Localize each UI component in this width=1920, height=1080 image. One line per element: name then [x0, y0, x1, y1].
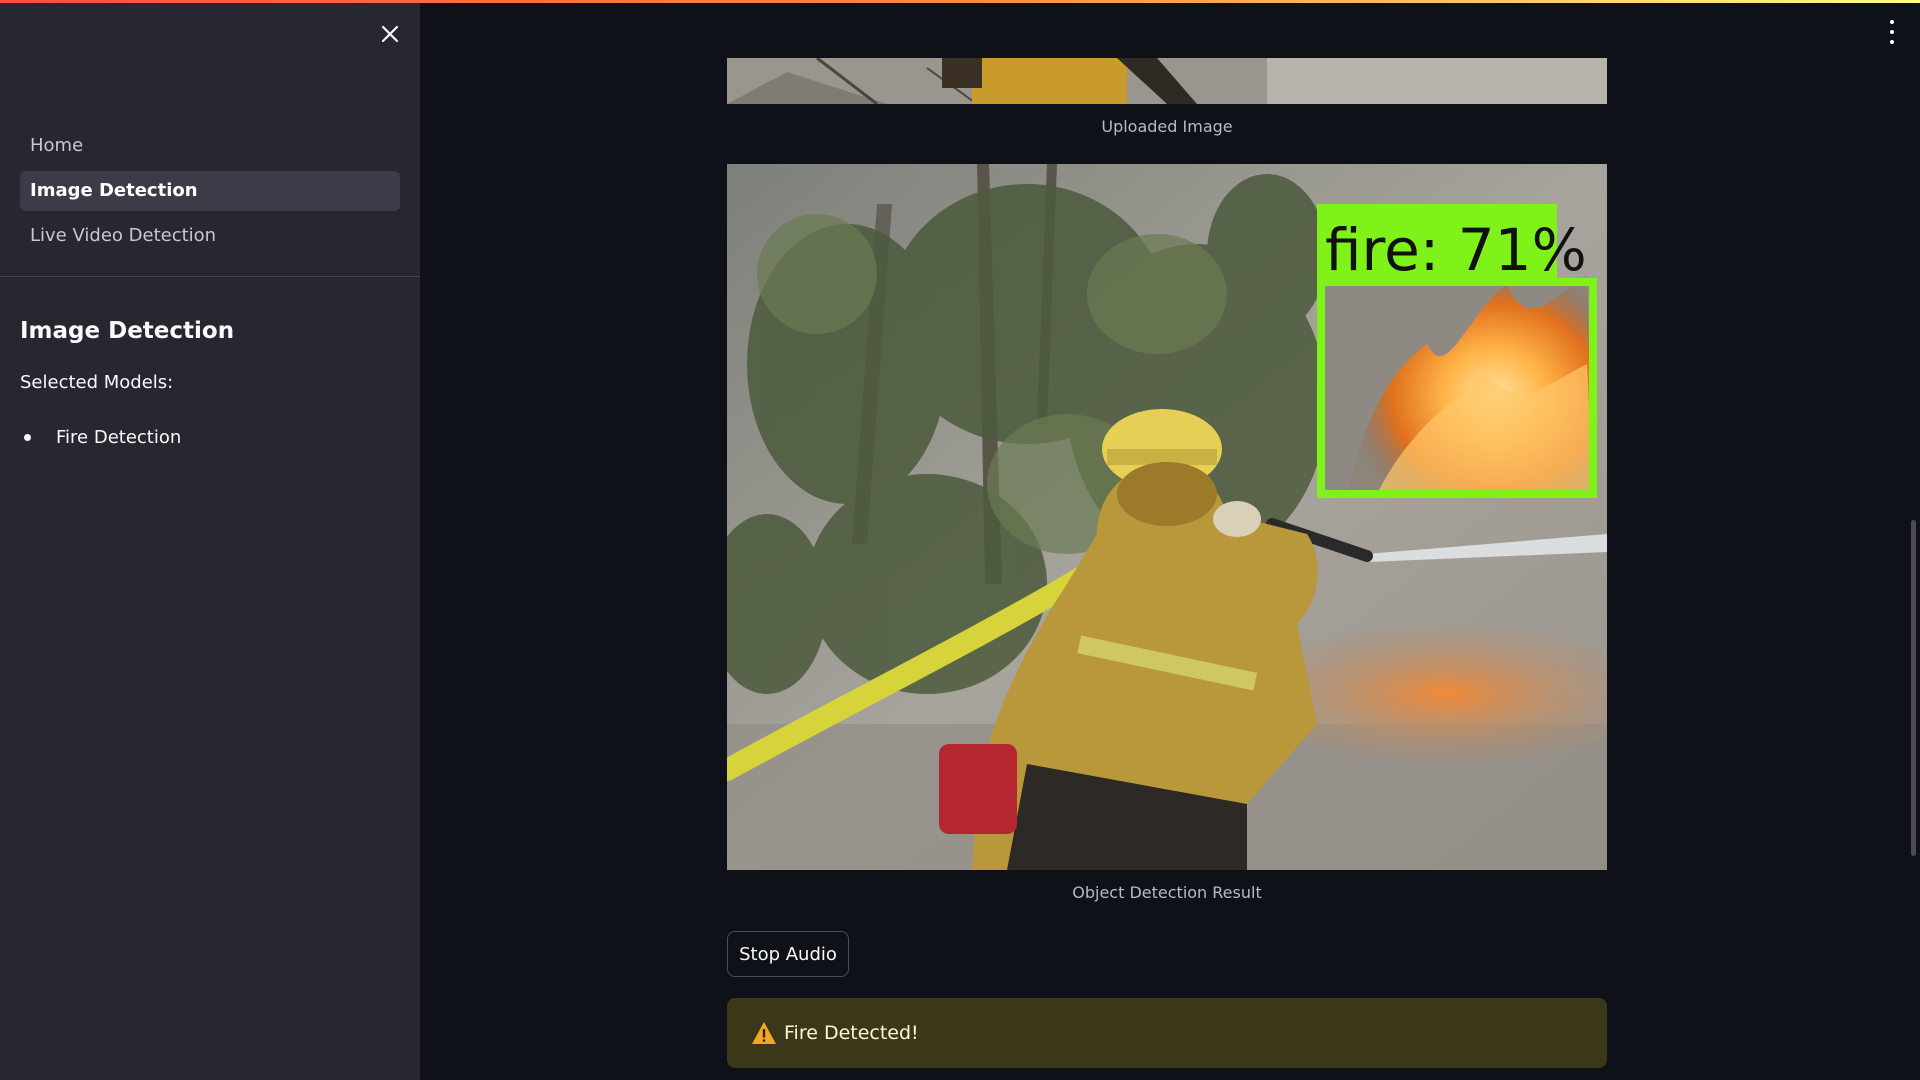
scrollbar-thumb[interactable]: [1911, 520, 1916, 856]
close-sidebar-button[interactable]: [376, 20, 404, 48]
sidebar-heading: Image Detection: [20, 318, 235, 344]
uploaded-image-caption: Uploaded Image: [1101, 117, 1233, 136]
stop-audio-button[interactable]: Stop Audio: [727, 931, 849, 977]
model-name: Fire Detection: [56, 427, 182, 448]
close-icon: [381, 25, 399, 43]
sidebar: Home Image Detection Live Video Detectio…: [0, 0, 420, 1080]
bullet-icon: [24, 434, 31, 441]
top-decoration-bar: [0, 0, 1920, 3]
sidebar-divider: [0, 276, 420, 277]
more-vert-icon: [1890, 20, 1894, 24]
alert-text: Fire Detected!: [784, 1022, 919, 1044]
model-list-item: Fire Detection: [20, 427, 181, 448]
main-menu-button[interactable]: [1884, 20, 1900, 44]
nav-item-live-video-detection[interactable]: Live Video Detection: [20, 216, 400, 256]
selected-models-label: Selected Models:: [20, 372, 174, 393]
uploaded-image: [727, 58, 1607, 104]
fire-alert: Fire Detected!: [727, 998, 1607, 1068]
result-image-caption: Object Detection Result: [1072, 883, 1262, 902]
detection-result-image: fire: 71%: [727, 164, 1607, 870]
detection-label: fire: 71%: [1325, 216, 1587, 284]
sidebar-nav: Home Image Detection Live Video Detectio…: [20, 126, 400, 261]
nav-item-image-detection[interactable]: Image Detection: [20, 171, 400, 211]
nav-item-home[interactable]: Home: [20, 126, 400, 166]
warning-icon: [751, 1021, 777, 1045]
